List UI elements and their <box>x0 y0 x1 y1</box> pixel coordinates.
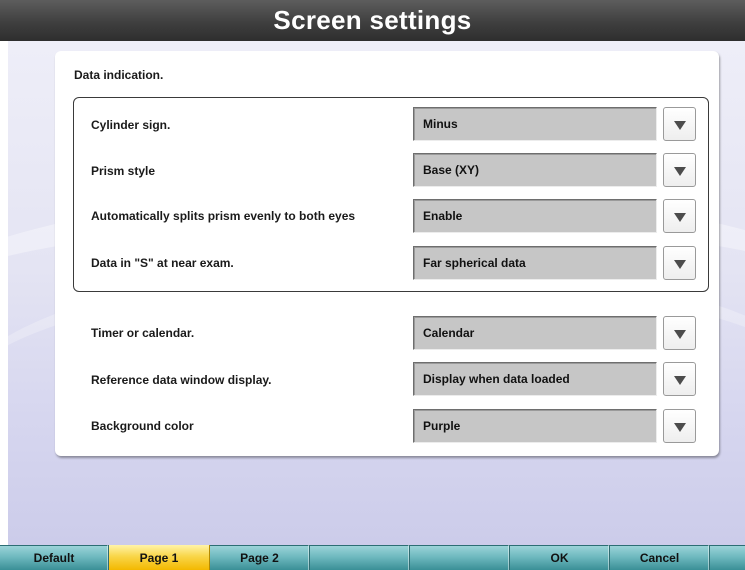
section-title: Data indication. <box>74 68 164 82</box>
background-color-select[interactable]: Purple <box>413 409 657 443</box>
reference-window-select[interactable]: Display when data loaded <box>413 362 657 396</box>
triangle-down-icon <box>674 260 686 269</box>
triangle-down-icon <box>674 376 686 385</box>
tab-page-2[interactable]: Page 2 <box>210 545 310 570</box>
triangle-down-icon <box>674 121 686 130</box>
empty-button-slot[interactable] <box>310 545 410 570</box>
triangle-down-icon <box>674 167 686 176</box>
triangle-down-icon <box>674 330 686 339</box>
timer-calendar-select[interactable]: Calendar <box>413 316 657 350</box>
window-title: Screen settings <box>0 0 745 41</box>
cancel-button[interactable]: Cancel <box>610 545 710 570</box>
near-exam-s-data-label: Data in "S" at near exam. <box>91 256 234 270</box>
background-color-label: Background color <box>91 419 194 433</box>
triangle-down-icon <box>674 423 686 432</box>
timer-calendar-dropdown-button[interactable] <box>663 316 696 350</box>
prism-style-dropdown-button[interactable] <box>663 153 696 187</box>
near-exam-s-data-select[interactable]: Far spherical data <box>413 246 657 280</box>
prism-split-dropdown-button[interactable] <box>663 199 696 233</box>
cylinder-sign-label: Cylinder sign. <box>91 118 171 132</box>
cylinder-sign-dropdown-button[interactable] <box>663 107 696 141</box>
timer-calendar-label: Timer or calendar. <box>91 326 195 340</box>
prism-style-select[interactable]: Base (XY) <box>413 153 657 187</box>
default-button[interactable]: Default <box>0 545 109 570</box>
cylinder-sign-select[interactable]: Minus <box>413 107 657 141</box>
tab-page-1[interactable]: Page 1 <box>109 545 210 570</box>
background-color-dropdown-button[interactable] <box>663 409 696 443</box>
ok-button[interactable]: OK <box>510 545 610 570</box>
prism-split-select[interactable]: Enable <box>413 199 657 233</box>
reference-window-dropdown-button[interactable] <box>663 362 696 396</box>
prism-style-label: Prism style <box>91 164 156 178</box>
prism-split-label: Automatically splits prism evenly to bot… <box>91 209 356 223</box>
empty-button-slot[interactable] <box>410 545 510 570</box>
near-exam-s-data-dropdown-button[interactable] <box>663 246 696 280</box>
triangle-down-icon <box>674 213 686 222</box>
reference-window-label: Reference data window display. <box>91 373 272 387</box>
